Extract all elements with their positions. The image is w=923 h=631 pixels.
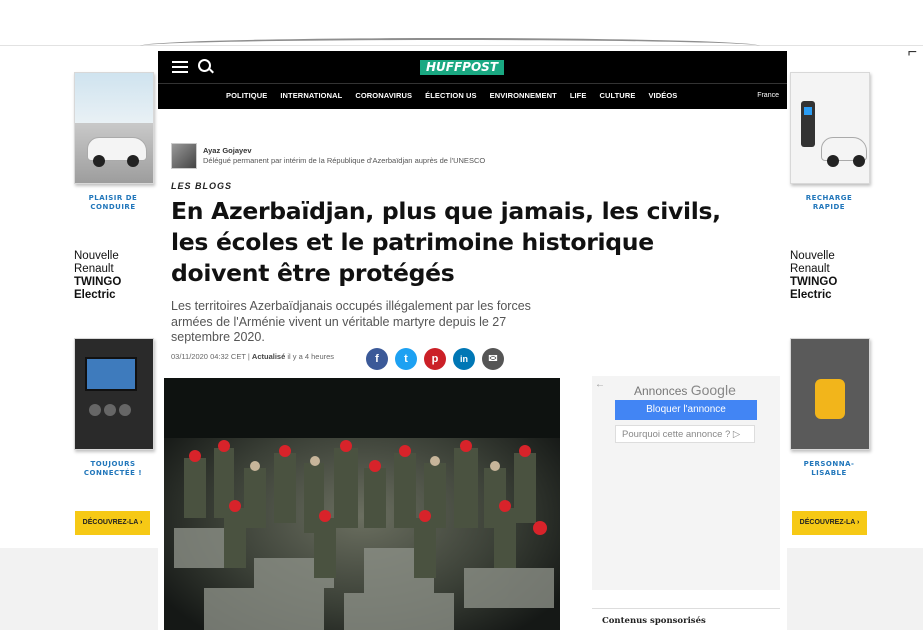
author-role: Délégué permanent par intérim de la Répu…: [203, 156, 486, 165]
ad-cta-button[interactable]: DÉCOUVREZ-LA ›: [792, 511, 867, 535]
ad-brand-text: Nouvelle Renault TWINGO Electric: [74, 250, 160, 302]
seat-icon: [815, 379, 845, 419]
google-brand: Google: [690, 382, 736, 398]
section-kicker[interactable]: LES BLOGS: [171, 181, 232, 191]
ad-brand-line: Renault: [74, 263, 114, 275]
article-headline: En Azerbaïdjan, plus que jamais, les civ…: [171, 196, 771, 289]
ad-image-dashboard[interactable]: [74, 338, 154, 450]
sponsored-title: Contenus sponsorisés: [602, 616, 706, 626]
rescue-scene-image: [164, 378, 560, 630]
main-nav: POLITIQUE INTERNATIONAL CORONAVIRUS ÉLEC…: [226, 91, 690, 100]
nav-item-election-us[interactable]: ÉLECTION US: [425, 91, 477, 100]
menu-icon[interactable]: [172, 61, 188, 76]
ad-caption: TOUJOURS CONNECTÉE !: [83, 460, 143, 477]
charger-icon: [801, 101, 815, 147]
ads-label-prefix: Annonces: [634, 384, 688, 398]
facebook-icon[interactable]: f: [366, 348, 388, 370]
ad-brand-line: Nouvelle: [74, 250, 119, 262]
ad-caption: PLAISIR DE CONDUIRE: [88, 194, 138, 211]
nav-item-life[interactable]: LIFE: [570, 91, 587, 100]
sponsored-content-header: Contenus sponsorisés: [592, 608, 780, 631]
nav-item-environnement[interactable]: ENVIRONNEMENT: [490, 91, 557, 100]
headline-line: doivent être protégés: [171, 259, 455, 287]
updated-label: Actualisé: [251, 352, 286, 361]
google-ads-label: Annonces Google: [634, 382, 736, 398]
top-banner: ⌐: [0, 0, 923, 61]
nav-item-culture[interactable]: CULTURE: [599, 91, 635, 100]
ad-cta-button[interactable]: DÉCOUVREZ-LA ›: [75, 511, 150, 535]
search-icon[interactable]: [198, 59, 211, 72]
nav-item-politique[interactable]: POLITIQUE: [226, 91, 267, 100]
article-timestamp: 03/11/2020 04:32 CET | Actualisé il y a …: [171, 352, 335, 361]
nav-item-videos[interactable]: VIDÉOS: [648, 91, 677, 100]
ad-model-sub: Electric: [74, 289, 116, 301]
article-dek: Les territoires Azerbaïdjanais occupés i…: [171, 299, 531, 344]
google-ad-panel: ← Annonces Google Bloquer l'annonce Pour…: [592, 376, 780, 590]
edition-selector[interactable]: France: [757, 92, 779, 99]
ad-image-interior[interactable]: [790, 338, 870, 450]
right-skin-ad[interactable]: RECHARGE RAPIDE Nouvelle Renault TWINGO …: [790, 72, 876, 478]
why-this-ad-button[interactable]: Pourquoi cette annonce ? ▷: [615, 425, 755, 443]
site-header: HUFFPOST POLITIQUE INTERNATIONAL CORONAV…: [158, 51, 787, 109]
screen-icon: [85, 357, 137, 391]
ad-caption: PERSONNA-LISABLE: [803, 460, 855, 477]
avatar[interactable]: [171, 143, 197, 169]
headline-line: En Azerbaïdjan, plus que jamais, les civ…: [171, 197, 721, 225]
left-skin-ad[interactable]: PLAISIR DE CONDUIRE Nouvelle Renault TWI…: [74, 72, 160, 478]
updated-time: il y a 4 heures: [287, 352, 335, 361]
ad-brand-line: Renault: [790, 263, 830, 275]
site-logo[interactable]: HUFFPOST: [420, 60, 505, 75]
ad-model: TWINGO: [74, 276, 122, 288]
ad-model: TWINGO: [790, 276, 838, 288]
nav-item-international[interactable]: INTERNATIONAL: [280, 91, 342, 100]
nav-item-coronavirus[interactable]: CORONAVIRUS: [355, 91, 412, 100]
ad-model-sub: Electric: [790, 289, 832, 301]
ad-brand-line: Nouvelle: [790, 250, 835, 262]
publish-date: 03/11/2020 04:32 CET: [171, 352, 246, 361]
author-name[interactable]: Ayaz Gojayev: [203, 146, 252, 155]
pinterest-icon[interactable]: p: [424, 348, 446, 370]
share-bar: f t p in ✉: [366, 348, 504, 370]
linkedin-icon[interactable]: in: [453, 348, 475, 370]
ad-caption: RECHARGE RAPIDE: [805, 194, 853, 211]
headline-line: les écoles et le patrimoine historique: [171, 228, 654, 256]
back-arrow-icon[interactable]: ←: [595, 379, 605, 390]
ad-brand-text: Nouvelle Renault TWINGO Electric: [790, 250, 876, 302]
block-ad-button[interactable]: Bloquer l'annonce: [615, 400, 757, 420]
banner-corner-mark: ⌐: [907, 44, 917, 61]
article-photo: [164, 378, 560, 630]
ad-image-charger[interactable]: [790, 72, 870, 184]
twitter-icon[interactable]: t: [395, 348, 417, 370]
ad-image-car[interactable]: [74, 72, 154, 184]
email-icon[interactable]: ✉: [482, 348, 504, 370]
